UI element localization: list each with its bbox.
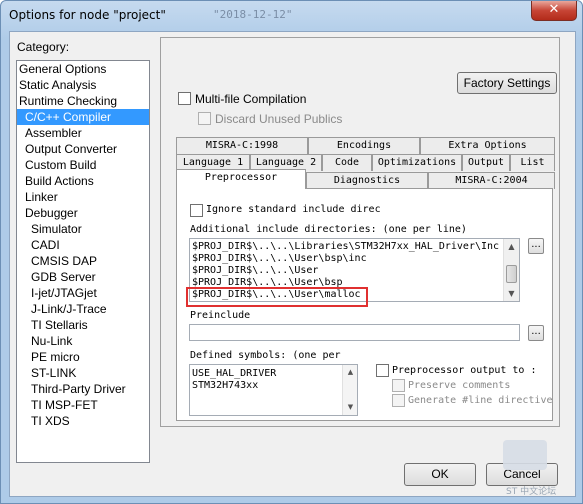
tab-preprocessor[interactable]: Preprocessor — [176, 169, 306, 189]
category-item[interactable]: TI Stellaris — [17, 317, 149, 333]
tab-diagnostics[interactable]: Diagnostics — [306, 172, 428, 189]
defined-symbol-line: USE_HAL_DRIVER — [192, 368, 277, 379]
include-line: $PROJ_DIR$\..\..\User\bsp\inc — [192, 253, 367, 264]
ignore-std-include-label: Ignore standard include direc — [206, 204, 381, 215]
scroll-down-icon[interactable]: ▼ — [343, 400, 357, 415]
generate-line-checkbox[interactable] — [392, 394, 405, 407]
category-item[interactable]: Build Actions — [17, 173, 149, 189]
preinclude-browse-button[interactable]: ... — [528, 325, 544, 341]
category-item[interactable]: Assembler — [17, 125, 149, 141]
defined-symbol-line: STM32H743xx — [192, 380, 259, 391]
tab-output[interactable]: Output — [462, 154, 510, 171]
watermark-chat-icon — [503, 440, 547, 470]
include-dirs-label: Additional include directories: (one per… — [190, 224, 467, 235]
close-icon: ✕ — [548, 2, 560, 17]
multi-file-checkbox[interactable] — [178, 92, 191, 105]
ignore-std-include-checkbox[interactable] — [190, 204, 203, 217]
tab-code[interactable]: Code — [322, 154, 372, 171]
category-label: Category: — [17, 40, 70, 54]
close-button[interactable]: ✕ — [531, 1, 577, 21]
category-item[interactable]: J-Link/J-Trace — [17, 301, 149, 317]
window-title: Options for node "project" — [9, 8, 166, 22]
category-item[interactable]: Third-Party Driver — [17, 381, 149, 397]
category-item[interactable]: Simulator — [17, 221, 149, 237]
defined-symbols-scrollbar[interactable]: ▲ ▼ — [342, 365, 357, 415]
discard-unused-label: Discard Unused Publics — [215, 112, 343, 126]
category-list[interactable]: General Options Static Analysis Runtime Ch… — [16, 60, 150, 463]
highlight-annotation — [186, 287, 368, 307]
category-item[interactable]: PE micro — [17, 349, 149, 365]
pp-output-checkbox[interactable] — [376, 364, 389, 377]
category-item[interactable]: I-jet/JTAGjet — [17, 285, 149, 301]
tab-misra-2004[interactable]: MISRA-C:2004 — [428, 172, 555, 189]
pp-output-label: Preprocessor output to : — [392, 365, 537, 376]
include-line: $PROJ_DIR$\..\..\User — [192, 265, 319, 276]
category-item[interactable]: Output Converter — [17, 141, 149, 157]
scroll-up-icon[interactable]: ▲ — [343, 365, 357, 380]
ok-button[interactable]: OK — [404, 463, 476, 486]
category-item[interactable]: CMSIS DAP — [17, 253, 149, 269]
category-item[interactable]: Nu-Link — [17, 333, 149, 349]
category-item[interactable]: Linker — [17, 189, 149, 205]
preserve-comments-checkbox[interactable] — [392, 379, 405, 392]
category-item[interactable]: CADI — [17, 237, 149, 253]
preserve-comments-label: Preserve comments — [408, 380, 511, 391]
generate-line-label: Generate #line directive — [408, 395, 553, 406]
category-item[interactable]: ST-LINK — [17, 365, 149, 381]
multi-file-label: Multi-file Compilation — [195, 92, 307, 106]
discard-unused-checkbox[interactable] — [198, 112, 211, 125]
category-item[interactable]: GDB Server — [17, 269, 149, 285]
tab-extra-options[interactable]: Extra Options — [420, 137, 555, 154]
tab-list[interactable]: List — [510, 154, 555, 171]
preinclude-input[interactable] — [189, 324, 520, 341]
title-bar[interactable]: Options for node "project" "2018-12-12" … — [1, 1, 582, 31]
category-item[interactable]: Debugger — [17, 205, 149, 221]
include-dirs-browse-button[interactable]: ... — [528, 238, 544, 254]
scroll-thumb[interactable] — [506, 265, 517, 283]
defined-symbols-label: Defined symbols: (one per — [190, 350, 341, 361]
category-item[interactable]: Custom Build — [17, 157, 149, 173]
title-ghost-text: "2018-12-12" — [213, 8, 293, 21]
category-item[interactable]: TI XDS — [17, 413, 149, 429]
scroll-up-icon[interactable]: ▲ — [504, 239, 519, 254]
category-item[interactable]: C/C++ Compiler — [17, 109, 149, 125]
tab-optimizations[interactable]: Optimizations — [372, 154, 462, 171]
defined-symbols-textbox[interactable]: USE_HAL_DRIVER STM32H743xx ▲ ▼ — [189, 364, 358, 416]
category-item[interactable]: TI MSP-FET — [17, 397, 149, 413]
category-item[interactable]: General Options — [17, 61, 149, 77]
category-item[interactable]: Static Analysis — [17, 77, 149, 93]
include-dirs-scrollbar[interactable]: ▲ ▼ — [503, 239, 519, 301]
factory-settings-button[interactable]: Factory Settings — [457, 72, 557, 94]
watermark-text: ST 中文论坛 — [506, 487, 557, 497]
scroll-down-icon[interactable]: ▼ — [504, 286, 519, 301]
tab-encodings[interactable]: Encodings — [308, 137, 420, 154]
preinclude-label: Preinclude — [190, 310, 251, 321]
tab-misra-1998[interactable]: MISRA-C:1998 — [176, 137, 308, 154]
category-item[interactable]: Runtime Checking — [17, 93, 149, 109]
include-line: $PROJ_DIR$\..\..\Libraries\STM32H7xx_HAL… — [192, 241, 500, 252]
